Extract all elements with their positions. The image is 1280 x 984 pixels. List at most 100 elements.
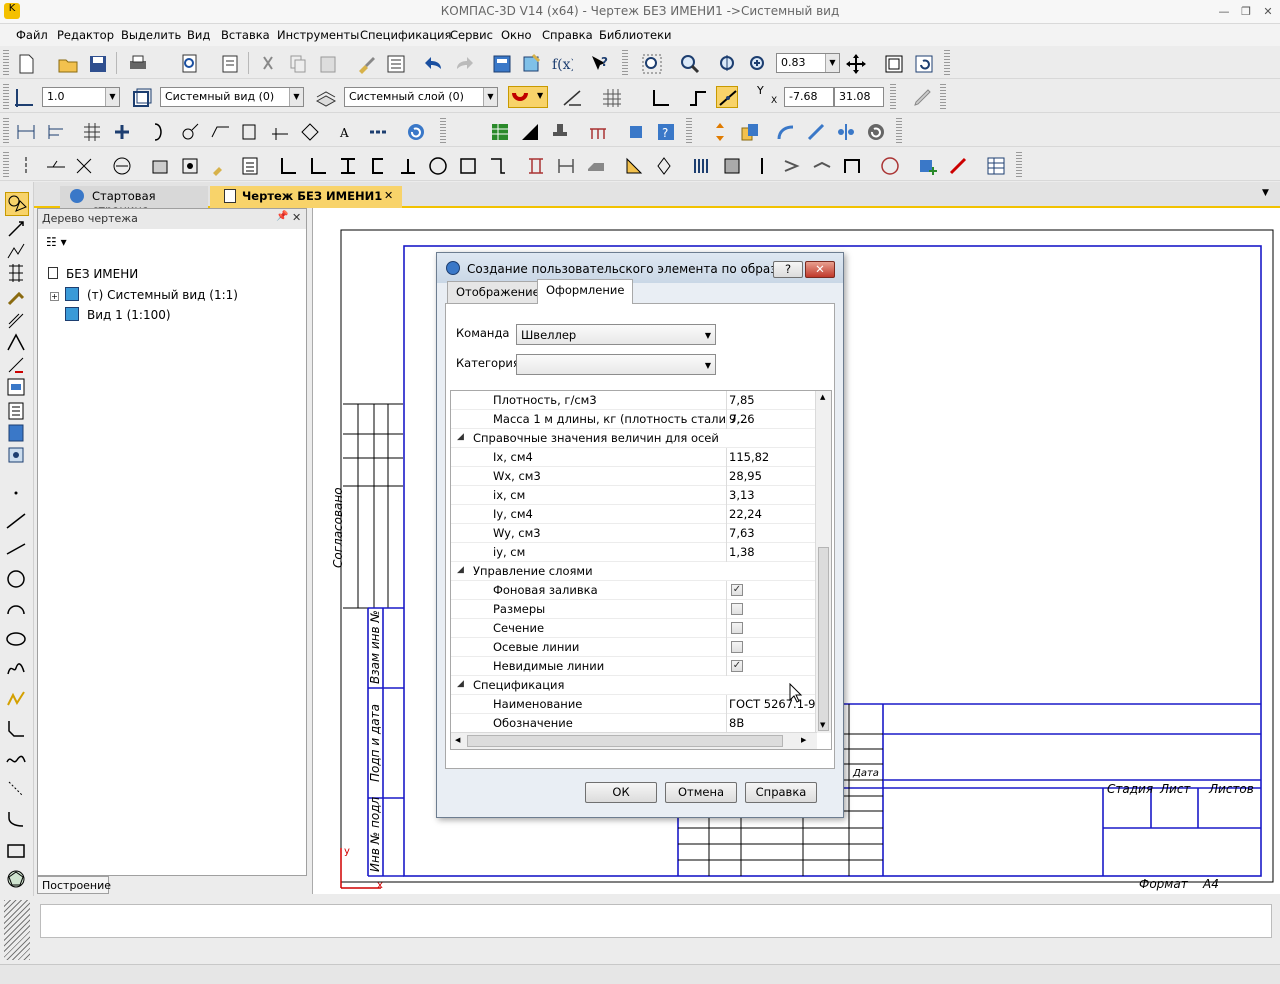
tree-item-view1[interactable]: Вид 1 (1:100) bbox=[65, 307, 171, 322]
tree-item-system-view[interactable]: + (т) Системный вид (1:1) bbox=[50, 287, 238, 302]
zoom-window-icon[interactable] bbox=[640, 52, 662, 74]
table-plus-icon[interactable] bbox=[110, 120, 132, 142]
toolbar-grip[interactable] bbox=[3, 84, 9, 110]
plate-icon[interactable] bbox=[584, 154, 606, 176]
property-row[interactable]: Осевые линии bbox=[451, 638, 817, 657]
spec-tool-icon[interactable] bbox=[5, 400, 29, 424]
scroll-thumb[interactable] bbox=[818, 547, 829, 731]
toolbar-grip[interactable] bbox=[440, 118, 446, 144]
bolt-icon[interactable] bbox=[110, 154, 132, 176]
dimension-chain-icon[interactable] bbox=[44, 120, 66, 142]
tab-design[interactable]: Оформление bbox=[537, 279, 634, 304]
contour-icon[interactable] bbox=[5, 808, 29, 832]
move-icon[interactable] bbox=[708, 120, 730, 142]
toolbar-grip[interactable] bbox=[622, 50, 628, 76]
line-scale-combo[interactable]: 1.0 ▼ bbox=[42, 87, 120, 107]
chevron-down-icon[interactable]: ▼ bbox=[825, 54, 839, 72]
property-value[interactable]: 22,24 bbox=[729, 507, 815, 521]
rotate-icon[interactable] bbox=[774, 120, 796, 142]
angle-profile-icon[interactable] bbox=[276, 154, 298, 176]
manager-icon[interactable] bbox=[520, 52, 542, 74]
tab-start-page[interactable]: Стартовая страница bbox=[60, 186, 208, 217]
category-select[interactable]: ▼ bbox=[516, 354, 716, 375]
print-icon[interactable] bbox=[126, 52, 148, 74]
coord-x-field[interactable]: -7.68 bbox=[784, 87, 834, 107]
list-icon[interactable] bbox=[238, 154, 260, 176]
report-tool-icon[interactable] bbox=[5, 422, 29, 446]
chevron-down-icon[interactable]: ▼ bbox=[105, 88, 119, 106]
menu-insert[interactable]: Вставка bbox=[221, 28, 270, 42]
pin-icon[interactable]: 📌 bbox=[276, 211, 288, 222]
property-value[interactable]: 7,63 bbox=[729, 526, 815, 540]
grating-icon[interactable] bbox=[690, 154, 712, 176]
t-profile-icon[interactable] bbox=[396, 154, 418, 176]
layer-combo[interactable]: Системный слой (0) ▼ bbox=[344, 87, 498, 107]
help-icon[interactable]: ? bbox=[654, 120, 676, 142]
menu-specification[interactable]: Спецификация bbox=[360, 28, 451, 42]
shape-library-icon[interactable] bbox=[148, 154, 170, 176]
toolbar-grip[interactable] bbox=[944, 50, 950, 76]
format-brush-icon[interactable] bbox=[354, 52, 376, 74]
fillet-icon[interactable] bbox=[5, 778, 29, 802]
zoom-scale-icon[interactable] bbox=[716, 52, 738, 74]
horizontal-scrollbar[interactable]: ◀ ▶ bbox=[451, 732, 817, 749]
railing-icon[interactable] bbox=[750, 154, 772, 176]
expand-icon[interactable]: + bbox=[50, 292, 59, 301]
opening-icon[interactable] bbox=[840, 154, 862, 176]
slope-icon[interactable] bbox=[622, 154, 644, 176]
property-row[interactable]: Размеры bbox=[451, 600, 817, 619]
collapse-icon[interactable]: ◢ bbox=[457, 565, 464, 575]
profile-icon[interactable] bbox=[178, 154, 200, 176]
document-manager-icon[interactable] bbox=[218, 52, 240, 74]
show-all-icon[interactable] bbox=[882, 52, 904, 74]
axis-line-icon[interactable] bbox=[14, 154, 36, 176]
menu-help[interactable]: Справка bbox=[542, 28, 593, 42]
preview-icon[interactable] bbox=[178, 52, 200, 74]
round-icon[interactable] bbox=[426, 154, 448, 176]
property-group-row[interactable]: ◢ Спецификация bbox=[451, 676, 817, 695]
tree-view-mode-icon[interactable]: ☷ ▾ bbox=[46, 235, 70, 253]
chevron-down-icon[interactable]: ▼ bbox=[483, 88, 497, 106]
toolbar-grip[interactable] bbox=[3, 50, 9, 76]
property-value[interactable]: 1,38 bbox=[729, 545, 815, 559]
fill-icon[interactable] bbox=[518, 120, 540, 142]
toolbar-grip[interactable] bbox=[3, 118, 9, 144]
property-value[interactable]: 9,26 bbox=[729, 412, 815, 426]
model-tree-icon[interactable] bbox=[490, 52, 512, 74]
toolbar-grip[interactable] bbox=[3, 152, 9, 178]
leader-icon[interactable] bbox=[178, 120, 200, 142]
insert-tool-icon[interactable] bbox=[5, 444, 29, 468]
coord-y-field[interactable]: 31.08 bbox=[834, 87, 884, 107]
restore-icon[interactable]: ❐ bbox=[1238, 4, 1254, 20]
polygon-icon[interactable] bbox=[5, 868, 29, 892]
close-panel-icon[interactable]: ✕ bbox=[292, 211, 301, 224]
variables-fx-icon[interactable]: f(x) bbox=[550, 52, 576, 74]
param-tool-icon[interactable] bbox=[5, 286, 29, 310]
bezier-icon[interactable] bbox=[5, 748, 29, 772]
regenerate-icon[interactable] bbox=[864, 120, 886, 142]
property-checkbox[interactable]: ✓ bbox=[731, 584, 743, 596]
roof-icon[interactable] bbox=[810, 154, 832, 176]
ok-button[interactable]: ОК bbox=[585, 782, 657, 803]
chevron-down-icon[interactable]: ▼ bbox=[289, 88, 303, 106]
weld-icon[interactable] bbox=[44, 154, 66, 176]
copy-objects-icon[interactable] bbox=[738, 120, 760, 142]
stamp-icon[interactable] bbox=[548, 120, 570, 142]
property-row[interactable]: Невидимые линии ✓ bbox=[451, 657, 817, 676]
spline-icon[interactable] bbox=[5, 658, 29, 682]
property-row[interactable]: Масса 1 м длины, кг (плотность стали 7..… bbox=[451, 410, 817, 429]
menu-window[interactable]: Окно bbox=[501, 28, 532, 42]
property-checkbox[interactable]: ✓ bbox=[731, 660, 743, 672]
select-tool-icon[interactable] bbox=[5, 354, 29, 378]
menu-tools[interactable]: Инструменты bbox=[277, 28, 359, 42]
tree-root[interactable]: БЕЗ ИМЕНИ bbox=[48, 267, 138, 281]
property-row[interactable]: Фоновая заливка ✓ bbox=[451, 581, 817, 600]
command-select[interactable]: Швеллер ▼ bbox=[516, 324, 716, 345]
scroll-left-icon[interactable]: ◀ bbox=[455, 736, 460, 744]
dimension-tool-icon[interactable] bbox=[5, 218, 29, 242]
menu-file[interactable]: Файл bbox=[16, 28, 48, 42]
polyline-icon[interactable] bbox=[5, 688, 29, 712]
grid-icon[interactable] bbox=[600, 86, 622, 108]
close-icon[interactable]: ✕ bbox=[1260, 4, 1276, 20]
property-value[interactable]: 3,13 bbox=[729, 488, 815, 502]
